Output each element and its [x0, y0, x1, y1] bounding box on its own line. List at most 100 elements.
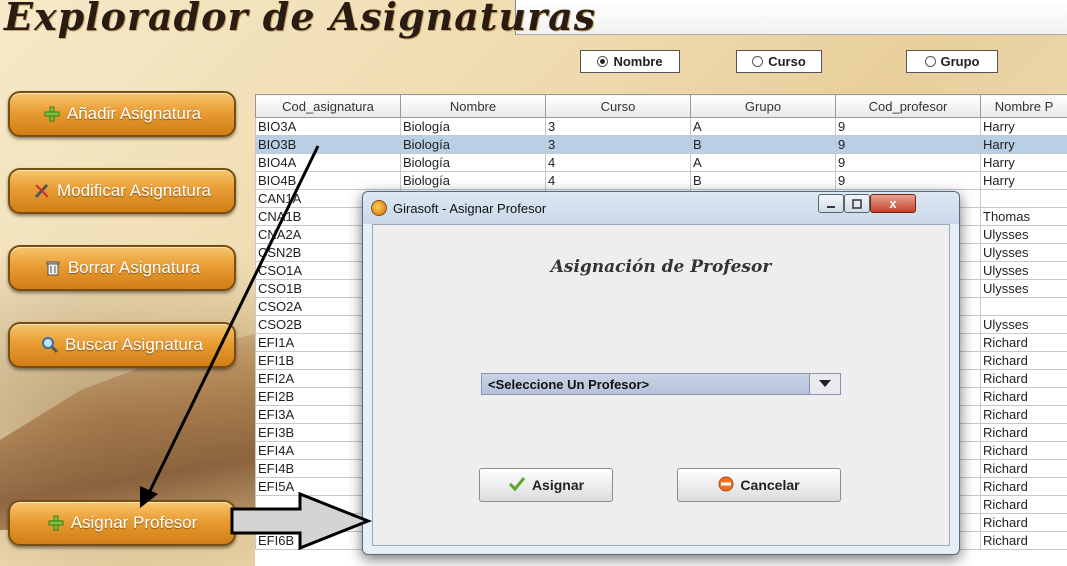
assign-teacher-button[interactable]: Asignar Profesor: [8, 500, 236, 546]
cancel-icon: [718, 476, 734, 495]
table-cell[interactable]: BIO3A: [255, 117, 401, 136]
plus-icon: [43, 105, 61, 123]
table-cell[interactable]: 3: [545, 135, 691, 154]
column-header[interactable]: Cod_profesor: [835, 94, 981, 118]
plus-icon: [47, 514, 65, 532]
dialog-titlebar[interactable]: Girasoft - Asignar Profesor x: [363, 192, 959, 224]
assign-teacher-label: Asignar Profesor: [70, 513, 198, 532]
table-cell[interactable]: 3: [545, 117, 691, 136]
checkmark-icon: [508, 476, 526, 495]
table-cell[interactable]: Richard: [980, 333, 1067, 352]
table-cell[interactable]: 9: [835, 153, 981, 172]
table-cell[interactable]: Richard: [980, 477, 1067, 496]
table-cell[interactable]: Richard: [980, 513, 1067, 532]
close-icon: x: [889, 196, 897, 211]
table-cell[interactable]: Ulysses: [980, 315, 1067, 334]
column-header[interactable]: Cod_asignatura: [255, 94, 401, 118]
cancel-button-label: Cancelar: [740, 477, 800, 493]
modify-subject-button[interactable]: Modificar Asignatura: [8, 168, 236, 214]
cancel-button[interactable]: Cancelar: [677, 468, 841, 502]
table-cell[interactable]: BIO3B: [255, 135, 401, 154]
add-subject-button[interactable]: Añadir Asignatura: [8, 91, 236, 137]
table-cell[interactable]: Richard: [980, 387, 1067, 406]
dialog-title: Girasoft - Asignar Profesor: [393, 200, 547, 216]
table-cell[interactable]: Richard: [980, 495, 1067, 514]
filter-grupo-label: Grupo: [940, 54, 980, 69]
filter-curso-label: Curso: [768, 54, 806, 69]
table-row[interactable]: BIO4A Biología 4 A 9 Harry: [255, 153, 1067, 172]
table-cell[interactable]: Biología: [400, 135, 546, 154]
table-cell[interactable]: 9: [835, 117, 981, 136]
app-title: Explorador de Asignaturas: [4, 0, 597, 39]
radio-icon: [752, 56, 764, 67]
title-strip: [515, 0, 1067, 35]
table-row[interactable]: BIO4B Biología 4 B 9 Harry: [255, 171, 1067, 190]
radio-icon: [924, 56, 936, 67]
add-subject-label: Añadir Asignatura: [66, 104, 202, 123]
table-cell[interactable]: [980, 189, 1067, 208]
table-cell[interactable]: Biología: [400, 153, 546, 172]
table-cell[interactable]: BIO4B: [255, 171, 401, 190]
table-cell[interactable]: Richard: [980, 405, 1067, 424]
table-cell[interactable]: Ulysses: [980, 243, 1067, 262]
teacher-select-value: <Seleccione Un Profesor>: [488, 376, 650, 392]
filter-nombre[interactable]: Nombre: [580, 50, 680, 73]
assign-button[interactable]: Asignar: [479, 468, 613, 502]
table-cell[interactable]: Harry: [980, 117, 1067, 136]
column-header[interactable]: Grupo: [690, 94, 836, 118]
minimize-button[interactable]: [818, 194, 844, 213]
filter-nombre-label: Nombre: [613, 54, 663, 69]
table-cell[interactable]: Harry: [980, 153, 1067, 172]
table-cell[interactable]: 9: [835, 135, 981, 154]
minimize-icon: [827, 205, 835, 208]
column-header[interactable]: Nombre: [400, 94, 546, 118]
search-subject-button[interactable]: Buscar Asignatura: [8, 322, 236, 368]
table-cell[interactable]: 9: [835, 171, 981, 190]
dialog-heading: Asignación de Profesor: [550, 257, 772, 277]
table-cell[interactable]: Biología: [400, 171, 546, 190]
table-header-row: Cod_asignatura Nombre Curso Grupo Cod_profes…: [255, 94, 1067, 118]
table-cell[interactable]: 4: [545, 171, 691, 190]
sunflower-app-icon: [371, 200, 387, 216]
magnifier-icon: [41, 336, 59, 354]
table-cell[interactable]: Richard: [980, 531, 1067, 550]
table-cell[interactable]: Richard: [980, 423, 1067, 442]
table-cell[interactable]: 4: [545, 153, 691, 172]
table-cell[interactable]: Ulysses: [980, 261, 1067, 280]
table-cell[interactable]: Ulysses: [980, 225, 1067, 244]
chevron-down-icon[interactable]: [809, 374, 840, 394]
maximize-button[interactable]: [844, 194, 870, 213]
delete-subject-button[interactable]: Borrar Asignatura: [8, 245, 236, 291]
table-cell[interactable]: Harry: [980, 135, 1067, 154]
radio-selected-icon: [597, 56, 609, 67]
maximize-icon: [852, 198, 862, 209]
table-cell[interactable]: BIO4A: [255, 153, 401, 172]
table-cell[interactable]: A: [690, 117, 836, 136]
table-cell[interactable]: [980, 297, 1067, 316]
table-cell[interactable]: Harry: [980, 171, 1067, 190]
table-cell[interactable]: Richard: [980, 351, 1067, 370]
filter-grupo[interactable]: Grupo: [906, 50, 998, 73]
modify-subject-label: Modificar Asignatura: [56, 181, 212, 200]
table-cell[interactable]: Richard: [980, 441, 1067, 460]
table-row[interactable]: BIO3B Biología 3 B 9 Harry: [255, 135, 1067, 154]
dialog-body: Asignación de Profesor <Seleccione Un Pr…: [372, 224, 950, 546]
search-subject-label: Buscar Asignatura: [65, 335, 203, 354]
close-button[interactable]: x: [870, 194, 916, 213]
table-row[interactable]: BIO3A Biología 3 A 9 Harry: [255, 117, 1067, 136]
table-cell[interactable]: Biología: [400, 117, 546, 136]
table-cell[interactable]: Thomas: [980, 207, 1067, 226]
table-cell[interactable]: Richard: [980, 369, 1067, 388]
table-cell[interactable]: A: [690, 153, 836, 172]
filter-curso[interactable]: Curso: [736, 50, 822, 73]
column-header[interactable]: Curso: [545, 94, 691, 118]
table-cell[interactable]: B: [690, 135, 836, 154]
table-cell[interactable]: Ulysses: [980, 279, 1067, 298]
table-cell[interactable]: Richard: [980, 459, 1067, 478]
teacher-select[interactable]: <Seleccione Un Profesor>: [481, 373, 841, 395]
column-header[interactable]: Nombre P: [980, 94, 1067, 118]
table-cell[interactable]: B: [690, 171, 836, 190]
assign-button-label: Asignar: [531, 477, 585, 493]
assign-teacher-dialog: Girasoft - Asignar Profesor x Asignación…: [362, 191, 960, 555]
delete-subject-label: Borrar Asignatura: [67, 258, 201, 277]
